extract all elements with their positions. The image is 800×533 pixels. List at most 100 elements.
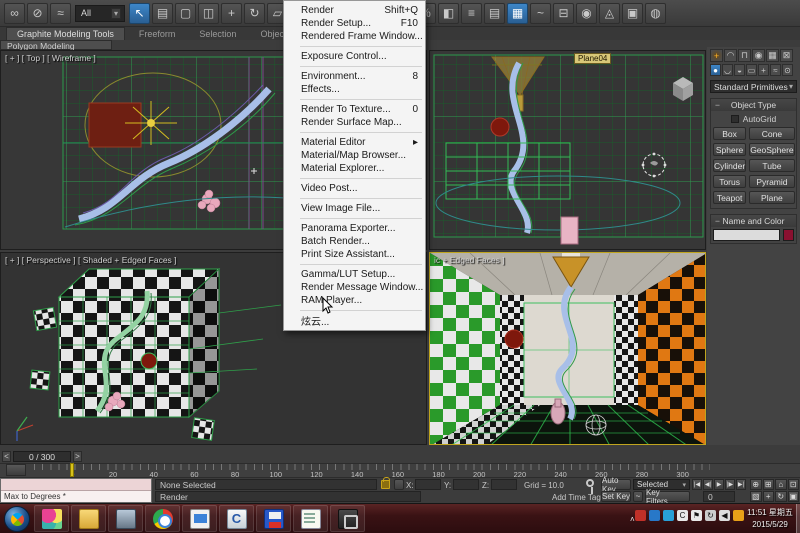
new-key-curve-icon[interactable]: ~ — [633, 491, 643, 502]
toolbar-icon[interactable]: ◬ — [599, 3, 620, 24]
viewport-nav-icon[interactable]: ⊞ — [763, 479, 775, 490]
command-panel-tab[interactable]: ⊓ — [738, 49, 751, 62]
macro-recorder-row[interactable] — [1, 479, 151, 491]
playback-button[interactable]: ◀| — [703, 479, 713, 490]
set-keys-icon[interactable] — [586, 479, 594, 487]
y-coord-field[interactable] — [453, 479, 479, 490]
playback-button[interactable]: ▶ — [714, 479, 724, 490]
frame-indicator[interactable]: 0 / 300 — [13, 451, 71, 462]
next-frame-arrow[interactable]: > — [73, 451, 82, 462]
tray-icon[interactable]: ↻ — [705, 510, 716, 521]
primitive-button[interactable]: Pyramid — [749, 175, 794, 188]
polygon-modeling-panel[interactable]: Polygon Modeling — [0, 40, 112, 50]
taskbar-app-button[interactable] — [71, 505, 106, 532]
toolbar-icon[interactable]: ▣ — [622, 3, 643, 24]
tray-icon[interactable] — [733, 510, 744, 521]
taskbar-app-button[interactable] — [256, 505, 291, 532]
ribbon-tab[interactable]: Selection — [189, 28, 246, 40]
taskbar-app-button[interactable]: C — [219, 505, 254, 532]
category-icon[interactable]: ⊙ — [782, 64, 793, 76]
primitive-button[interactable]: Tube — [749, 159, 794, 172]
viewport-nav-icon[interactable]: ▧ — [750, 491, 762, 502]
command-panel-tab[interactable]: ▦ — [766, 49, 779, 62]
menu-item[interactable]: Render To Texture... 0 — [284, 103, 425, 116]
key-filters-button[interactable]: Key Filters... — [645, 491, 690, 502]
menu-item[interactable]: Gamma/LUT Setup... — [284, 268, 425, 281]
toolbar-icon[interactable]: ▤ — [484, 3, 505, 24]
tray-icon[interactable]: C — [677, 510, 688, 521]
start-button[interactable] — [4, 506, 30, 532]
menu-item[interactable]: Effects... — [284, 83, 425, 96]
tray-icon[interactable] — [649, 510, 660, 521]
absolute-mode-icon[interactable] — [394, 479, 404, 490]
playback-button[interactable]: ▶| — [736, 479, 746, 490]
primitive-button[interactable]: Box — [713, 127, 746, 140]
category-icon[interactable]: ≈ — [770, 64, 781, 76]
tray-icon[interactable] — [663, 510, 674, 521]
menu-item[interactable]: Render Setup... F10 — [284, 17, 425, 30]
system-clock[interactable]: 11:51 星期五 2015/5/29 — [746, 507, 794, 531]
menu-item[interactable]: Video Post... — [284, 182, 425, 195]
toolbar-icon[interactable]: ⊟ — [553, 3, 574, 24]
menu-item[interactable]: 炫云... — [284, 314, 425, 327]
rollout-header[interactable]: − Object Type — [711, 99, 796, 111]
toolbar-icon[interactable]: + — [221, 3, 242, 24]
primitive-button[interactable]: Cylinder — [713, 159, 746, 172]
taskbar-app-button[interactable] — [145, 505, 180, 532]
playback-button[interactable]: |▶ — [725, 479, 735, 490]
z-coord-field[interactable] — [491, 479, 517, 490]
tray-icon[interactable]: ⚑ — [691, 510, 702, 521]
menu-item[interactable]: Exposure Control... — [284, 50, 425, 63]
show-desktop-button[interactable] — [796, 504, 800, 533]
toolbar-icon[interactable]: ◧ — [438, 3, 459, 24]
ribbon-tab[interactable]: Graphite Modeling Tools — [6, 27, 125, 40]
toolbar-icon[interactable]: ▦ — [507, 3, 528, 24]
menu-item[interactable]: View Image File... — [284, 202, 425, 215]
primitive-button[interactable]: Sphere — [713, 143, 746, 156]
tray-expand-icon[interactable]: ˄ — [630, 515, 635, 524]
track-bar-mini-icon[interactable] — [6, 464, 26, 476]
prev-frame-arrow[interactable]: < — [2, 451, 11, 462]
object-color-swatch[interactable] — [783, 229, 794, 241]
taskbar-app-button[interactable] — [330, 505, 365, 532]
viewport-label[interactable]: [ + ] [ Top ] [ Wireframe ] — [5, 53, 96, 63]
toolbar-icon[interactable]: ↻ — [244, 3, 265, 24]
toolbar-icon[interactable]: ◍ — [645, 3, 666, 24]
taskbar-app-button[interactable] — [108, 505, 143, 532]
primitive-button[interactable]: Torus — [713, 175, 746, 188]
taskbar-app-button[interactable] — [293, 505, 328, 532]
selection-filter-dropdown[interactable]: All ▾ — [75, 5, 125, 22]
toolbar-icon[interactable]: ◫ — [198, 3, 219, 24]
command-panel-tab[interactable]: ◠ — [724, 49, 737, 62]
viewport-label[interactable]: [ + ] [ Perspective ] [ Shaded + Edged F… — [5, 255, 177, 265]
menu-item[interactable]: Rendered Frame Window... — [284, 30, 425, 43]
taskbar-app-button[interactable] — [34, 505, 69, 532]
menu-item[interactable]: Material Editor ▸ — [284, 136, 425, 149]
listener-row[interactable]: Max to Degrees * — [1, 491, 151, 502]
menu-item[interactable]: Panorama Exporter... — [284, 222, 425, 235]
primitive-type-dropdown[interactable]: Standard Primitives ▾ — [710, 80, 797, 93]
x-coord-field[interactable] — [415, 479, 441, 490]
toolbar-icon[interactable]: ≡ — [461, 3, 482, 24]
taskbar-app-button[interactable] — [182, 505, 217, 532]
selection-lock-icon[interactable] — [381, 480, 390, 489]
toolbar-icon[interactable]: ▤ — [152, 3, 173, 24]
toolbar-icon[interactable]: ◉ — [576, 3, 597, 24]
category-icon[interactable]: ● — [710, 64, 721, 76]
primitive-button[interactable]: Teapot — [713, 191, 746, 204]
toolbar-icon[interactable]: ↖ — [129, 3, 150, 24]
viewport-nav-icon[interactable]: ▣ — [788, 491, 800, 502]
toolbar-icon[interactable]: ▢ — [175, 3, 196, 24]
toolbar-icon[interactable]: ≈ — [50, 3, 71, 24]
current-frame-field[interactable]: 0 — [703, 491, 735, 502]
playback-button[interactable]: |◀ — [692, 479, 702, 490]
viewport-nav-icon[interactable]: ⊡ — [788, 479, 800, 490]
menu-item[interactable]: Render Shift+Q — [284, 4, 425, 17]
primitive-button[interactable]: Cone — [749, 127, 794, 140]
rollout-header[interactable]: − Name and Color — [711, 215, 796, 227]
tray-icon[interactable] — [635, 510, 646, 521]
category-icon[interactable]: ▭ — [746, 64, 757, 76]
maxscript-mini-listener[interactable]: Max to Degrees * — [0, 478, 152, 503]
time-slider-handle[interactable] — [70, 463, 74, 477]
menu-item[interactable]: Render Message Window... — [284, 281, 425, 294]
